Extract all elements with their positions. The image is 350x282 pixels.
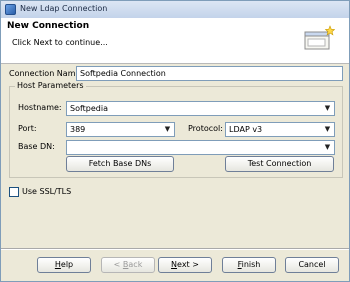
port-combo[interactable]: 389 ▼ bbox=[66, 122, 175, 137]
hostname-value: Softpedia bbox=[70, 104, 108, 113]
host-parameters-title: Host Parameters bbox=[15, 81, 86, 90]
hostname-label: Hostname: bbox=[18, 103, 62, 112]
window-title: New Ldap Connection bbox=[20, 4, 108, 13]
fetch-base-dns-button[interactable]: Fetch Base DNs bbox=[66, 156, 174, 172]
connection-name-label: Connection Name: bbox=[9, 69, 84, 78]
next-button[interactable]: Next > bbox=[158, 257, 212, 273]
protocol-label: Protocol: bbox=[188, 124, 223, 133]
next-label-rest: ext > bbox=[177, 260, 199, 269]
help-button[interactable]: Help bbox=[37, 257, 91, 273]
port-value: 389 bbox=[70, 125, 86, 134]
chevron-down-icon[interactable]: ▼ bbox=[323, 124, 332, 135]
title-bar[interactable]: New Ldap Connection bbox=[1, 1, 349, 19]
back-label-rest: ack bbox=[128, 260, 143, 269]
base-dn-label: Base DN: bbox=[18, 142, 55, 151]
use-ssl-label: Use SSL/TLS bbox=[22, 187, 72, 196]
back-prefix: < bbox=[113, 260, 123, 269]
finish-button[interactable]: Finish bbox=[222, 257, 276, 273]
host-parameters-group: Host Parameters Hostname: Softpedia ▼ Po… bbox=[9, 81, 343, 178]
base-dn-combo[interactable]: ▼ bbox=[66, 140, 335, 155]
protocol-value: LDAP v3 bbox=[229, 125, 263, 134]
cancel-button[interactable]: Cancel bbox=[285, 257, 339, 273]
help-label-rest: elp bbox=[60, 260, 74, 269]
app-icon bbox=[5, 4, 16, 15]
wizard-header: New Connection Click Next to continue... bbox=[1, 18, 349, 64]
header-title: New Connection bbox=[7, 21, 90, 31]
test-connection-button[interactable]: Test Connection bbox=[225, 156, 334, 172]
finish-label-rest: inish bbox=[241, 260, 261, 269]
connection-name-input[interactable]: Softpedia Connection bbox=[76, 66, 343, 81]
chevron-down-icon[interactable]: ▼ bbox=[323, 142, 332, 153]
use-ssl-checkbox[interactable] bbox=[9, 187, 19, 197]
protocol-combo[interactable]: LDAP v3 ▼ bbox=[225, 122, 335, 137]
footer-separator bbox=[1, 248, 349, 250]
port-label: Port: bbox=[18, 124, 37, 133]
chevron-down-icon[interactable]: ▼ bbox=[323, 103, 332, 114]
chevron-down-icon[interactable]: ▼ bbox=[163, 124, 172, 135]
header-subtitle: Click Next to continue... bbox=[12, 38, 108, 47]
hostname-combo[interactable]: Softpedia ▼ bbox=[66, 101, 335, 116]
new-ldap-connection-window: New Ldap Connection New Connection Click… bbox=[0, 0, 350, 282]
back-button[interactable]: < Back bbox=[101, 257, 155, 273]
new-connection-wizard-icon bbox=[304, 25, 335, 50]
